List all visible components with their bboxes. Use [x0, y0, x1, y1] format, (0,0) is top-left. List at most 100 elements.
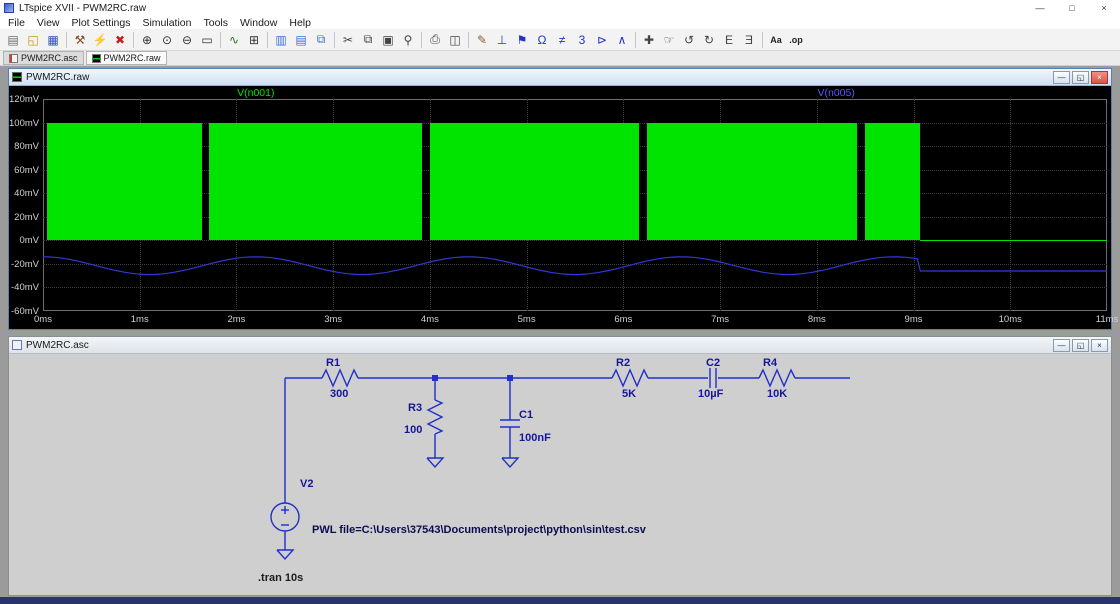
menu-view[interactable]: View — [31, 17, 66, 29]
mdi-restore-button[interactable]: ◱ — [1072, 339, 1089, 352]
r3-value[interactable]: 100 — [404, 424, 422, 436]
resistor-r4-symbol[interactable] — [759, 370, 795, 386]
mdi-minimize-button[interactable]: — — [1053, 71, 1070, 84]
paste-icon[interactable]: ▣ — [379, 31, 398, 49]
r2-value[interactable]: 5K — [622, 388, 636, 400]
mirror-icon[interactable]: Ǝ — [740, 31, 759, 49]
control-panel-icon[interactable]: ⚒ — [71, 31, 90, 49]
rotate-icon[interactable]: E — [720, 31, 739, 49]
tile-horizontal-icon[interactable]: ▤ — [292, 31, 311, 49]
new-schematic-icon[interactable]: ▤ — [4, 31, 23, 49]
plot-settings-icon[interactable]: ⊞ — [245, 31, 264, 49]
print-icon[interactable]: ⎙ — [426, 31, 445, 49]
resistor-zigzag — [428, 400, 442, 434]
v2-label[interactable]: V2 — [300, 478, 313, 490]
cascade-icon[interactable]: ⧉ — [312, 31, 331, 49]
cut-icon[interactable]: ✂ — [339, 31, 358, 49]
find-icon[interactable]: ⚲ — [399, 31, 418, 49]
schematic-drawing: R1 300 R2 5K C2 10µF R4 10K R3 100 C1 10… — [9, 354, 1111, 595]
waveform-window-icon — [12, 72, 22, 82]
tab-pwm2rc-raw[interactable]: PWM2RC.raw — [86, 51, 167, 65]
run-icon[interactable]: ⚡ — [91, 31, 110, 49]
autorange-icon[interactable]: ∿ — [225, 31, 244, 49]
menu-help[interactable]: Help — [283, 17, 317, 29]
c1-label[interactable]: C1 — [519, 409, 533, 421]
sine-trace — [43, 257, 1107, 275]
resistor-icon[interactable]: Ω — [533, 31, 552, 49]
waveform-tab-icon — [92, 54, 101, 63]
ground-icon[interactable]: ⊥ — [493, 31, 512, 49]
halt-icon[interactable]: ✖ — [111, 31, 130, 49]
maximize-button[interactable]: □ — [1056, 0, 1088, 16]
r3-label[interactable]: R3 — [408, 402, 422, 414]
capacitor-icon[interactable]: ≠ — [553, 31, 572, 49]
menu-file[interactable]: File — [2, 17, 31, 29]
toolbar-separator — [133, 32, 134, 48]
diode-icon[interactable]: ⊳ — [593, 31, 612, 49]
text-icon[interactable]: Aa — [767, 31, 786, 49]
close-button[interactable]: × — [1088, 0, 1120, 16]
ground-symbol[interactable] — [502, 458, 518, 467]
resistor-r1-symbol[interactable] — [322, 370, 358, 386]
capacitor-c2-symbol[interactable] — [710, 368, 716, 388]
redo-icon[interactable]: ↻ — [700, 31, 719, 49]
menu-plot-settings[interactable]: Plot Settings — [66, 17, 137, 29]
toolbar-separator — [66, 32, 67, 48]
tab-pwm2rc-asc[interactable]: PWM2RC.asc — [3, 51, 84, 65]
component-icon[interactable]: ∧ — [613, 31, 632, 49]
tile-vertical-icon[interactable]: ▥ — [272, 31, 291, 49]
zoom-in-icon[interactable]: ⊕ — [138, 31, 157, 49]
menu-window[interactable]: Window — [234, 17, 283, 29]
menu-simulation[interactable]: Simulation — [136, 17, 197, 29]
app-titlebar: LTspice XVII - PWM2RC.raw — □ × — [0, 0, 1120, 16]
v2-pwl-value[interactable]: PWL file=C:\Users\37543\Documents\projec… — [312, 524, 647, 536]
menu-tools[interactable]: Tools — [197, 17, 234, 29]
toolbar-separator — [762, 32, 763, 48]
schematic-window: PWM2RC.asc — ◱ × — [8, 336, 1112, 596]
resistor-r3-symbol[interactable] — [428, 400, 442, 434]
label-net-icon[interactable]: ⚑ — [513, 31, 532, 49]
open-icon[interactable]: ◱ — [24, 31, 43, 49]
move-icon[interactable]: ✚ — [640, 31, 659, 49]
r4-value[interactable]: 10K — [767, 388, 787, 400]
inductor-icon[interactable]: 3 — [573, 31, 592, 49]
r4-label[interactable]: R4 — [763, 357, 778, 369]
tran-directive[interactable]: .tran 10s — [258, 572, 303, 584]
schematic-canvas[interactable]: R1 300 R2 5K C2 10µF R4 10K R3 100 C1 10… — [9, 354, 1111, 595]
mdi-close-button[interactable]: × — [1091, 339, 1108, 352]
r2-label[interactable]: R2 — [616, 357, 630, 369]
waveform-window-titlebar[interactable]: PWM2RC.raw — ◱ × — [9, 69, 1111, 86]
undo-icon[interactable]: ↺ — [680, 31, 699, 49]
capacitor-c1-symbol[interactable] — [500, 420, 520, 427]
schematic-window-titlebar[interactable]: PWM2RC.asc — ◱ × — [9, 337, 1111, 354]
r1-value[interactable]: 300 — [330, 388, 348, 400]
mdi-restore-button[interactable]: ◱ — [1072, 71, 1089, 84]
resistor-r2-symbol[interactable] — [612, 370, 648, 386]
app-title: LTspice XVII - PWM2RC.raw — [19, 3, 146, 14]
ground-symbol[interactable] — [277, 550, 293, 559]
save-icon[interactable]: ▦ — [44, 31, 63, 49]
minimize-button[interactable]: — — [1024, 0, 1056, 16]
ground-symbol[interactable] — [427, 458, 443, 467]
c2-value[interactable]: 10µF — [698, 388, 724, 400]
plot-area[interactable]: 120mV100mV80mV60mV40mV20mV0mV-20mV-40mV-… — [9, 86, 1111, 329]
c1-value[interactable]: 100nF — [519, 432, 551, 444]
mdi-minimize-button[interactable]: — — [1053, 339, 1070, 352]
spice-directive-icon[interactable]: .op — [787, 31, 806, 49]
zoom-out-icon[interactable]: ⊖ — [178, 31, 197, 49]
toolbar-separator — [421, 32, 422, 48]
voltage-source-v2-symbol[interactable] — [271, 503, 299, 531]
zoom-full-extents-icon[interactable]: ▭ — [198, 31, 217, 49]
bottom-strip — [0, 597, 1120, 604]
waveform-window: PWM2RC.raw — ◱ × 120mV100mV80mV60mV40mV2… — [8, 68, 1112, 330]
r1-label[interactable]: R1 — [326, 357, 340, 369]
wire-icon[interactable]: ✎ — [473, 31, 492, 49]
sine-trace-layer — [9, 86, 1111, 329]
zoom-back-icon[interactable]: ⊙ — [158, 31, 177, 49]
print-preview-icon[interactable]: ◫ — [446, 31, 465, 49]
c2-label[interactable]: C2 — [706, 357, 720, 369]
window-controls: — □ × — [1024, 0, 1120, 16]
drag-icon[interactable]: ☞ — [660, 31, 679, 49]
mdi-close-button[interactable]: × — [1091, 71, 1108, 84]
copy-icon[interactable]: ⧉ — [359, 31, 378, 49]
